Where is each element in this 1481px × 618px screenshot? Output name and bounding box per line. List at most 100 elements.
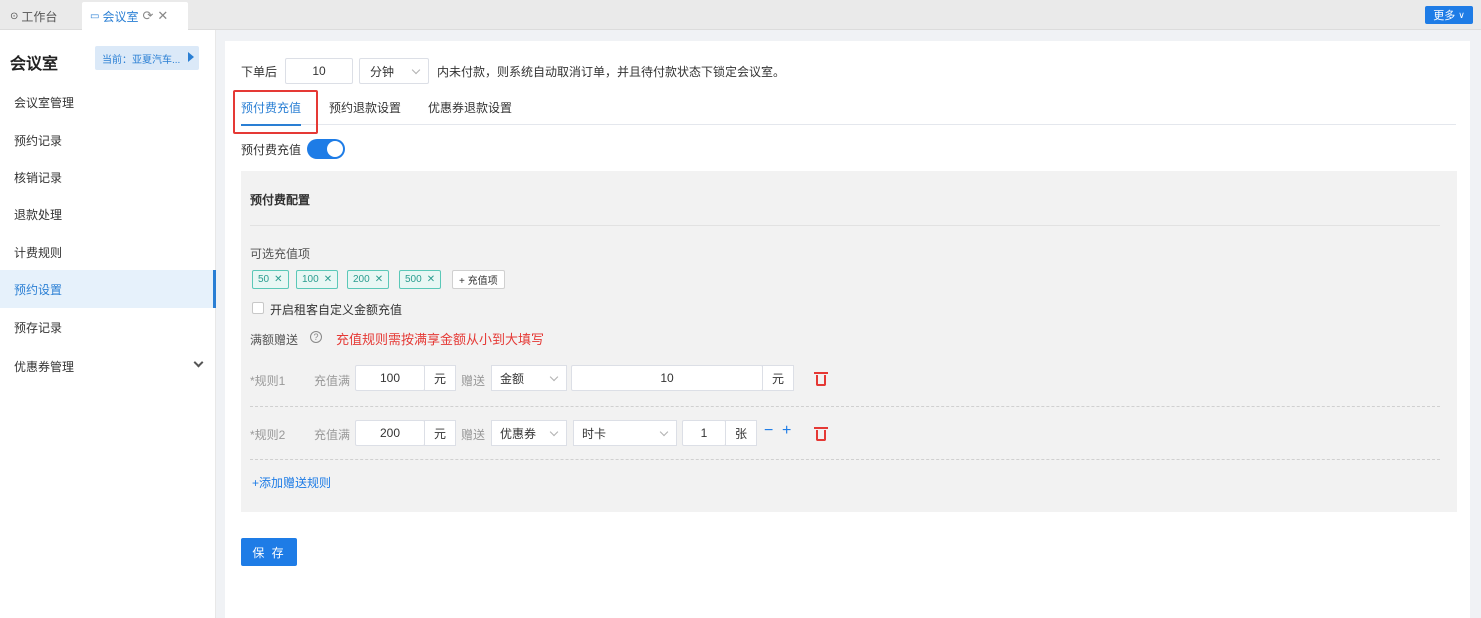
delete-rule-icon[interactable] [814, 372, 828, 386]
delete-rule-icon[interactable] [814, 427, 828, 441]
current-project-switcher[interactable]: 当前：亚夏汽车... [95, 46, 199, 70]
gift-type-select[interactable]: 优惠券 [491, 420, 567, 446]
threshold-input[interactable]: 200 [355, 420, 425, 446]
prepay-config-panel: 预付费配置 可选充值项 50 ✕ 100 ✕ 200 ✕ 500 ✕ + 充值项 开启租… [241, 171, 1457, 512]
rule-divider [250, 459, 1440, 460]
more-button-label: 更多 [1433, 10, 1456, 22]
sidebar-item-label: 核销记录 [14, 170, 63, 185]
cancel-minutes-input[interactable]: 10 [285, 58, 354, 84]
time-unit-select[interactable]: 分钟 [359, 58, 430, 84]
close-icon[interactable]: ✕ [157, 8, 168, 24]
close-icon[interactable]: ✕ [324, 274, 332, 285]
custom-amount-label: 开启租客自定义金额充值 [270, 303, 403, 317]
more-button[interactable]: 更多 ∨ [1425, 6, 1473, 24]
auto-cancel-suffix: 内未付款，则系统自动取消订单，并且待付款状态下锁定会议室。 [437, 64, 786, 79]
prepay-toggle-switch[interactable] [307, 139, 346, 159]
chevron-down-icon: ∨ [1458, 9, 1465, 20]
currency-unit: 元 [424, 420, 456, 446]
coupon-type-value: 时卡 [582, 426, 607, 441]
auto-cancel-setting: 下单后 10 分钟 内未付款，则系统自动取消订单，并且待付款状态下锁定会议室。 [241, 57, 785, 85]
tag-label: 50 [258, 274, 270, 285]
top-tab-bar: ⊙ 工作台 ▭ 会议室 ⟳ ✕ 更多 ∨ [0, 0, 1481, 30]
rule-order-warning: 充值规则需按满享金额从小到大填写 [336, 332, 545, 347]
rule-label: *规则2 [250, 428, 286, 442]
chevron-down-icon [193, 357, 204, 368]
currency-unit: 元 [424, 365, 456, 391]
sidebar-item-label: 会议室管理 [14, 95, 75, 110]
save-button[interactable]: 保 存 [241, 538, 297, 566]
main-panel: 下单后 10 分钟 内未付款，则系统自动取消订单，并且待付款状态下锁定会议室。 … [225, 41, 1470, 618]
recharge-option-tag: 50 ✕ [252, 270, 289, 289]
refresh-icon[interactable]: ⟳ [142, 8, 153, 24]
time-unit-value: 分钟 [370, 64, 395, 79]
plus-icon[interactable]: + [782, 422, 791, 440]
gift-unit: 元 [762, 365, 794, 391]
tab-coupon-refund[interactable]: 优惠券退款设置 [428, 89, 512, 125]
recharge-option-tag: 100 ✕ [296, 270, 339, 289]
gift-type-select[interactable]: 金额 [491, 365, 567, 391]
tab-meeting-room[interactable]: ▭ 会议室 ⟳ ✕ [82, 2, 188, 30]
gift-type-label: 赠送 [461, 428, 486, 442]
sidebar-item-billing-rules[interactable]: 计费规则 [0, 233, 216, 271]
threshold-input[interactable]: 100 [355, 365, 425, 391]
close-icon[interactable]: ✕ [427, 274, 435, 285]
sidebar-item-label: 预约记录 [14, 133, 63, 148]
sidebar-title: 会议室 [10, 56, 59, 73]
prepay-toggle-row: 预付费充值 [241, 138, 346, 160]
sidebar-item-label: 优惠券管理 [14, 359, 75, 374]
minus-icon[interactable]: − [764, 422, 773, 440]
add-gift-rule-link[interactable]: +添加赠送规则 [252, 474, 331, 491]
threshold-label: 充值满 [314, 374, 351, 388]
sidebar-item-coupon-management[interactable]: 优惠券管理 [0, 347, 216, 385]
rule-label: *规则1 [250, 374, 286, 388]
sidebar: 会议室 当前：亚夏汽车... 会议室管理 预约记录 核销记录 退款处理 计费规则… [0, 30, 216, 618]
dashboard-icon: ⊙ [10, 10, 19, 22]
recharge-option-tag: 200 ✕ [347, 270, 390, 289]
recharge-option-tag: 500 ✕ [399, 270, 442, 289]
auto-cancel-prefix: 下单后 [241, 64, 278, 79]
gift-type-value: 金额 [500, 371, 525, 386]
settings-tabs: 预付费充值 预约退款设置 优惠券退款设置 [241, 89, 1456, 126]
config-title: 预付费配置 [250, 193, 311, 207]
toggle-knob [327, 141, 344, 157]
tab-workbench[interactable]: ⊙ 工作台 [10, 2, 57, 30]
coupon-type-select[interactable]: 时卡 [573, 420, 677, 446]
tag-label: 100 [302, 274, 319, 285]
sidebar-item-booking-settings[interactable]: 预约设置 [0, 270, 216, 308]
coupon-count-input[interactable]: 1 [682, 420, 726, 446]
add-recharge-option-button[interactable]: + 充值项 [452, 270, 505, 289]
sidebar-item-verification-records[interactable]: 核销记录 [0, 158, 216, 196]
tab-label: 优惠券退款设置 [428, 100, 513, 115]
sidebar-item-deposit-records[interactable]: 预存记录 [0, 308, 216, 346]
sidebar-item-label: 计费规则 [14, 245, 63, 260]
gift-label: 满额赠送 [250, 333, 299, 347]
close-icon[interactable]: ✕ [274, 274, 282, 285]
help-icon[interactable]: ? [310, 331, 322, 343]
threshold-label: 充值满 [314, 428, 351, 442]
chevron-down-icon [411, 65, 421, 75]
sidebar-item-refund-processing[interactable]: 退款处理 [0, 195, 216, 233]
monitor-icon: ▭ [90, 10, 100, 22]
gift-unit: 张 [725, 420, 757, 446]
prepay-toggle-label: 预付费充值 [241, 142, 302, 157]
tab-booking-refund[interactable]: 预约退款设置 [329, 89, 401, 125]
close-icon[interactable]: ✕ [375, 274, 383, 285]
tab-meeting-room-label: 会议室 [102, 9, 139, 24]
highlight-annotation-box [233, 90, 318, 134]
sidebar-item-room-management[interactable]: 会议室管理 [0, 83, 216, 121]
gift-type-label: 赠送 [461, 374, 486, 388]
chevron-down-icon [549, 427, 559, 437]
chevron-down-icon [659, 427, 669, 437]
options-label: 可选充值项 [250, 247, 311, 261]
tag-label: 500 [405, 274, 422, 285]
gift-type-value: 优惠券 [500, 426, 537, 441]
sidebar-item-label: 预存记录 [14, 320, 63, 335]
chevron-down-icon [549, 372, 559, 382]
rule-divider [250, 406, 1440, 407]
gift-amount-input[interactable]: 10 [571, 365, 763, 391]
caret-right-icon [188, 52, 194, 62]
sidebar-item-booking-records[interactable]: 预约记录 [0, 121, 216, 159]
sidebar-item-label: 退款处理 [14, 207, 63, 222]
custom-amount-checkbox[interactable] [252, 302, 264, 314]
tab-workbench-label: 工作台 [21, 9, 58, 24]
